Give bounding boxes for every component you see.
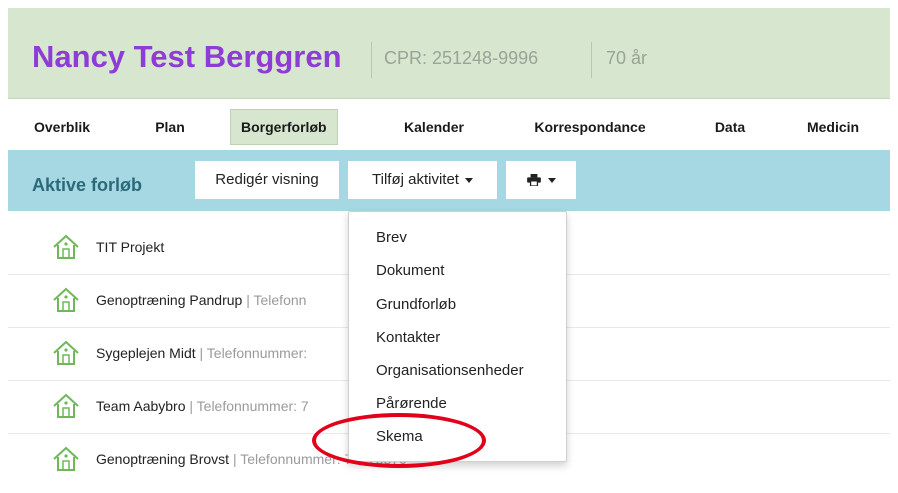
row-name: Team Aabybro — [96, 398, 186, 414]
patient-name: Nancy Test Berggren — [32, 39, 342, 74]
tab-plan[interactable]: Plan — [148, 107, 192, 147]
house-icon — [53, 287, 79, 312]
menu-item-skema[interactable]: Skema — [376, 428, 423, 445]
row-name: Genoptræning Brovst — [96, 451, 230, 467]
tab-medicin[interactable]: Medicin — [800, 107, 866, 147]
main-tabs: Overblik Plan Borgerforløb Kalender Korr… — [8, 107, 890, 149]
tab-data[interactable]: Data — [708, 107, 752, 147]
tab-overblik[interactable]: Overblik — [32, 107, 92, 147]
menu-item-brev[interactable]: Brev — [376, 229, 407, 246]
row-name: TIT Projekt — [96, 239, 165, 255]
patient-age: 70 år — [606, 48, 648, 68]
row-detail: | Telefonnummer: — [195, 345, 308, 361]
add-activity-menu: Brev Dokument Grundforløb Kontakter Orga… — [348, 211, 567, 462]
menu-item-paaroerende[interactable]: Pårørende — [376, 395, 447, 412]
house-icon — [53, 340, 79, 365]
house-icon — [53, 234, 79, 259]
row-name: Sygeplejen Midt — [96, 345, 196, 361]
menu-item-dokument[interactable]: Dokument — [376, 262, 444, 279]
edit-view-button[interactable]: Redigér visning — [195, 161, 339, 199]
chevron-down-icon — [464, 177, 473, 183]
menu-item-grundforloeb[interactable]: Grundforløb — [376, 296, 456, 313]
tab-kalender[interactable]: Kalender — [394, 107, 474, 147]
add-activity-label: Tilføj aktivitet — [372, 171, 459, 188]
menu-item-organisationsenheder[interactable]: Organisationsenheder — [376, 362, 524, 379]
tab-borgerforloeb[interactable]: Borgerforløb — [230, 109, 338, 145]
menu-item-kontakter[interactable]: Kontakter — [376, 329, 440, 346]
header-divider — [371, 42, 372, 78]
row-name: Genoptræning Pandrup — [96, 292, 243, 308]
toolbar: Aktive forløb Redigér visning Tilføj akt… — [8, 150, 890, 211]
tab-korrespondance[interactable]: Korrespondance — [522, 107, 658, 147]
house-icon — [53, 393, 79, 418]
chevron-down-icon — [548, 177, 556, 183]
edit-view-label: Redigér visning — [215, 171, 319, 188]
patient-cpr: CPR: 251248-9996 — [384, 48, 539, 68]
row-detail: | Telefonnummer: 7 — [185, 398, 309, 414]
add-activity-button[interactable]: Tilføj aktivitet — [348, 161, 497, 199]
row-detail: | Telefonn — [242, 292, 307, 308]
header-divider — [591, 42, 592, 78]
printer-icon — [527, 174, 541, 187]
house-icon — [53, 446, 79, 471]
print-button[interactable] — [506, 161, 576, 199]
section-title: Aktive forløb — [32, 175, 143, 195]
patient-header: Nancy Test Berggren CPR: 251248-9996 70 … — [8, 8, 890, 99]
